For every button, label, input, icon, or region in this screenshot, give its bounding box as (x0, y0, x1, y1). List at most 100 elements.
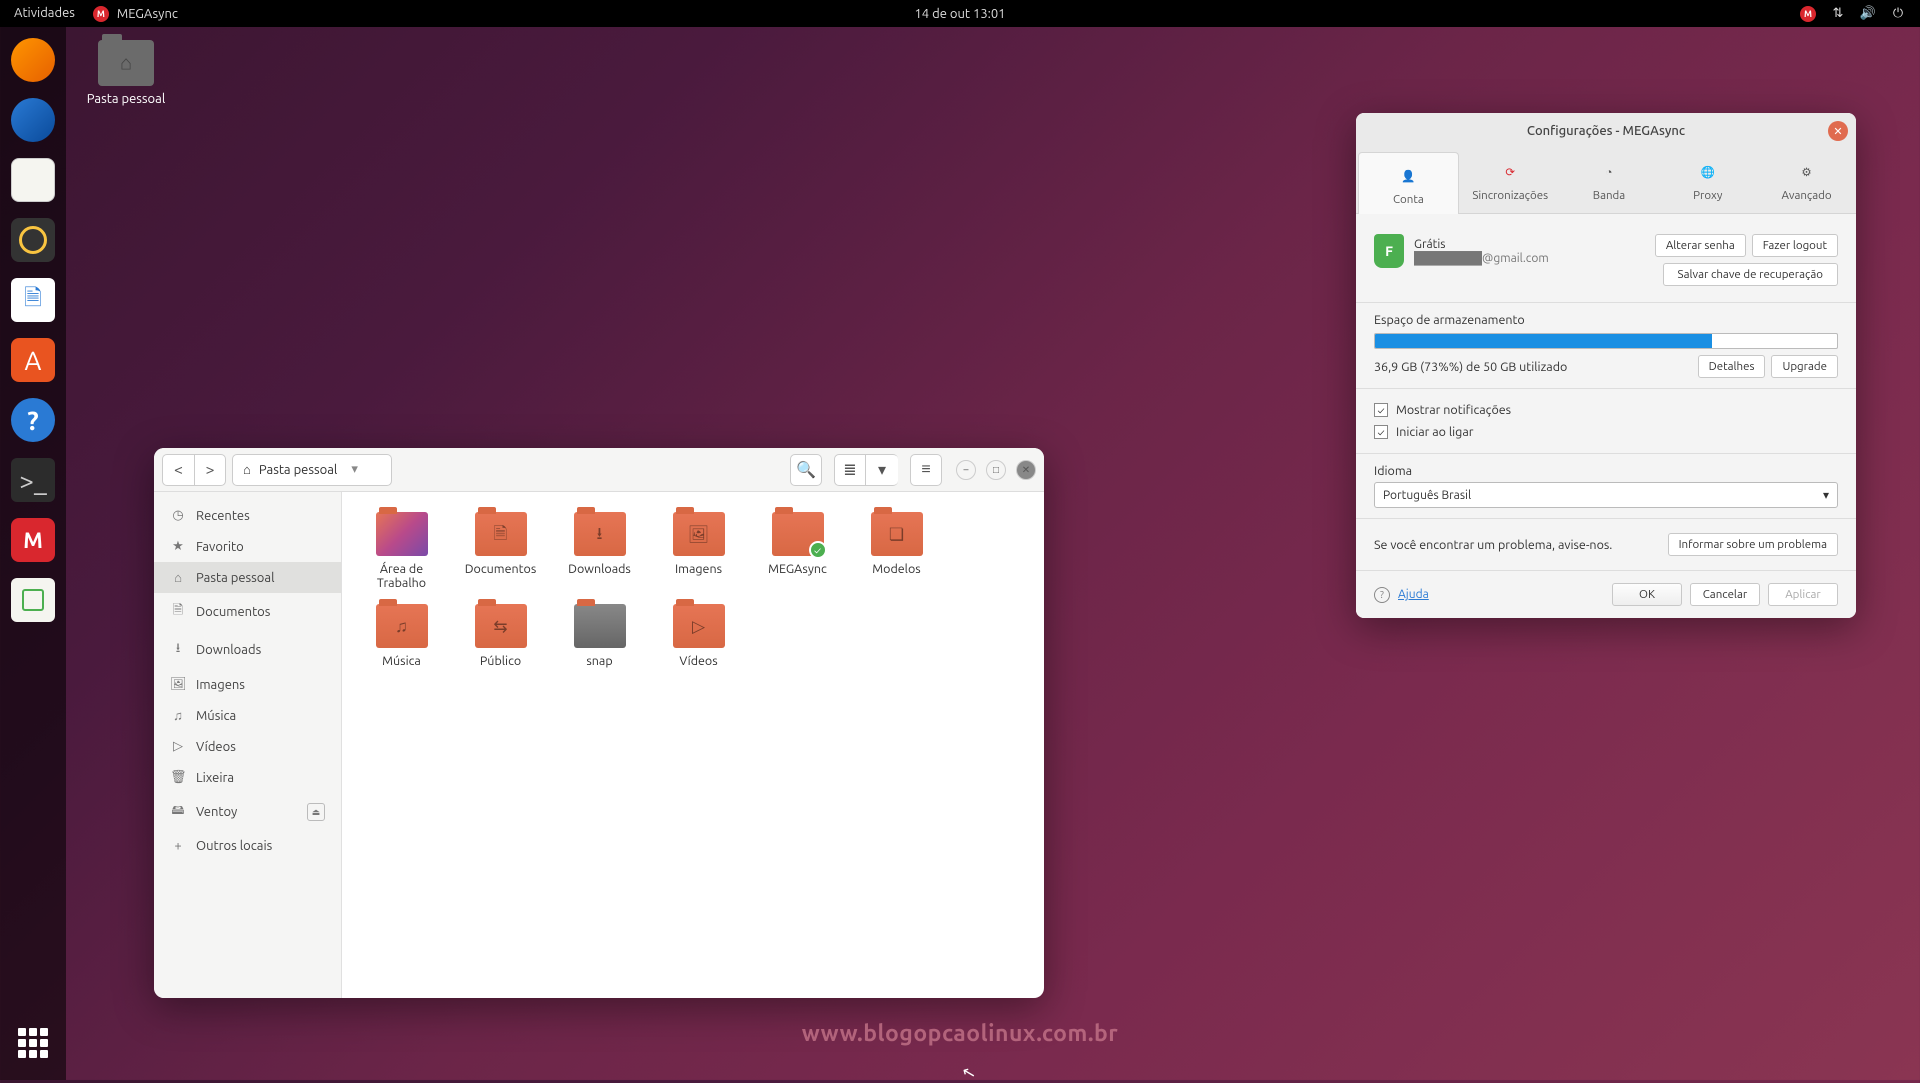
report-issue-button[interactable]: Informar sobre um problema (1668, 533, 1838, 556)
details-button[interactable]: Detalhes (1698, 355, 1766, 378)
dock-megasync[interactable]: M (6, 513, 60, 567)
apply-button[interactable]: Aplicar (1768, 583, 1838, 606)
tab-avancado[interactable]: ⚙Avançado (1757, 149, 1856, 213)
file-item-downloads[interactable]: ⭳Downloads (550, 508, 649, 594)
sidebar-item-lixeira[interactable]: 🗑Lixeira (154, 762, 341, 793)
chevron-down-icon: ▾ (1823, 488, 1829, 502)
folder-icon: ✓ (772, 512, 824, 556)
file-item-público[interactable]: ⇆ Público (451, 600, 550, 672)
sidebar-item-documentos[interactable]: 🗎Documentos (154, 593, 341, 631)
file-item-documentos[interactable]: 🗎Documentos (451, 508, 550, 594)
sidebar-item-favorito[interactable]: ★Favorito (154, 531, 341, 562)
start-on-boot-checkbox[interactable]: ✓ (1374, 425, 1388, 439)
dock-files[interactable] (6, 153, 60, 207)
window-maximize-button[interactable]: □ (986, 460, 1006, 480)
volume-icon[interactable]: 🔊 (1860, 6, 1876, 22)
nautilus-headerbar: < > ⌂ Pasta pessoal ▾ 🔍 ≣ ▾ ≡ – □ ✕ (154, 448, 1044, 492)
power-icon[interactable]: ⏻ (1890, 6, 1906, 22)
sidebar-icon: ♫ (170, 708, 186, 723)
sidebar-icon: ⌂ (170, 570, 186, 585)
folder-icon: ⇆ (475, 604, 527, 648)
sidebar-item-downloads[interactable]: ⭳Downloads (154, 631, 341, 669)
sidebar-label: Música (196, 709, 236, 723)
file-label: Vídeos (651, 654, 746, 668)
sidebar-item-imagens[interactable]: 🖼Imagens (154, 669, 341, 700)
file-item-música[interactable]: ♫Música (352, 600, 451, 672)
cancel-button[interactable]: Cancelar (1690, 583, 1760, 606)
nav-back-button[interactable]: < (162, 454, 194, 486)
proxy-icon: 🌐 (1695, 159, 1721, 185)
dock-show-apps[interactable] (6, 1016, 60, 1070)
start-on-boot-label: Iniciar ao ligar (1396, 425, 1474, 439)
dock-rhythmbox[interactable] (6, 213, 60, 267)
network-icon[interactable]: ⇅ (1830, 6, 1846, 22)
sidebar-label: Outros locais (196, 839, 272, 853)
help-link[interactable]: Ajuda (1398, 588, 1429, 601)
dock-help[interactable]: ? (6, 393, 60, 447)
tab-proxy[interactable]: 🌐Proxy (1658, 149, 1757, 213)
file-item-vídeos[interactable]: ▷Vídeos (649, 600, 748, 672)
sidebar-item-ventoy[interactable]: 🖴Ventoy⏏ (154, 793, 341, 831)
desktop-home-folder[interactable]: Pasta pessoal (86, 40, 166, 106)
sidebar-icon: 🗎 (170, 601, 186, 623)
sidebar-label: Recentes (196, 509, 250, 523)
tab-banda[interactable]: ◔Banda (1560, 149, 1659, 213)
file-item-área-de-trabalho[interactable]: Área de Trabalho (352, 508, 451, 594)
dock-terminal[interactable]: >_ (6, 453, 60, 507)
app-menu-label: MEGAsync (117, 7, 178, 21)
sidebar-item-pasta-pessoal[interactable]: ⌂Pasta pessoal (154, 562, 341, 593)
chevron-down-icon: ▾ (351, 462, 358, 477)
mega-close-button[interactable]: ✕ (1828, 121, 1848, 141)
mega-tabs: 👤Conta ⟳Sincronizações ◔Banda 🌐Proxy ⚙Av… (1356, 149, 1856, 214)
help-icon: ? (1374, 587, 1390, 603)
top-bar: Atividades M MEGAsync 14 de out 13:01 M … (0, 0, 1920, 27)
file-label: Área de Trabalho (354, 562, 449, 590)
app-menu[interactable]: M MEGAsync (93, 6, 178, 22)
nav-forward-button[interactable]: > (194, 454, 226, 486)
sidebar-icon: ⭳ (170, 639, 186, 661)
view-options-button[interactable]: ▾ (866, 454, 898, 486)
sidebar-item-música[interactable]: ♫ Música (154, 700, 341, 731)
logout-button[interactable]: Fazer logout (1752, 234, 1838, 257)
sidebar-item-recentes[interactable]: ◷Recentes (154, 500, 341, 531)
dock-software[interactable]: A (6, 333, 60, 387)
activities-button[interactable]: Atividades (14, 6, 75, 22)
mega-tray-icon[interactable]: M (1800, 6, 1816, 22)
sidebar-label: Ventoy (196, 805, 237, 819)
desktop-home-label: Pasta pessoal (86, 92, 166, 106)
file-item-modelos[interactable]: ❏Modelos (847, 508, 946, 594)
sidebar-label: Imagens (196, 678, 245, 692)
tab-sincronizacoes[interactable]: ⟳Sincronizações (1461, 149, 1560, 213)
save-recovery-key-button[interactable]: Salvar chave de recuperação (1663, 263, 1838, 286)
window-close-button[interactable]: ✕ (1016, 460, 1036, 480)
eject-button[interactable]: ⏏ (307, 803, 325, 821)
clock[interactable]: 14 de out 13:01 (914, 7, 1005, 21)
nautilus-window: < > ⌂ Pasta pessoal ▾ 🔍 ≣ ▾ ≡ – □ ✕ ◷Rec… (154, 448, 1044, 998)
path-bar[interactable]: ⌂ Pasta pessoal ▾ (232, 454, 392, 486)
show-notifications-checkbox[interactable]: ✓ (1374, 403, 1388, 417)
search-button[interactable]: 🔍 (790, 454, 822, 486)
sidebar-item-vídeos[interactable]: ▷Vídeos (154, 731, 341, 762)
ok-button[interactable]: OK (1612, 583, 1682, 606)
dock-firefox[interactable] (6, 33, 60, 87)
folder-icon: ⭳ (574, 512, 626, 556)
file-label: Público (453, 654, 548, 668)
sidebar-label: Vídeos (196, 740, 236, 754)
file-item-megasync[interactable]: ✓MEGAsync (748, 508, 847, 594)
dock-thunderbird[interactable] (6, 93, 60, 147)
dock-trash[interactable] (6, 573, 60, 627)
file-item-imagens[interactable]: 🖼Imagens (649, 508, 748, 594)
language-select[interactable]: Português Brasil ▾ (1374, 482, 1838, 508)
change-password-button[interactable]: Alterar senha (1655, 234, 1746, 257)
window-minimize-button[interactable]: – (956, 460, 976, 480)
dock-writer[interactable]: 🗎 (6, 273, 60, 327)
folder-icon: 🗎 (475, 512, 527, 556)
plan-label: Grátis (1414, 238, 1645, 251)
hamburger-menu-button[interactable]: ≡ (910, 454, 942, 486)
upgrade-button[interactable]: Upgrade (1771, 355, 1838, 378)
view-list-button[interactable]: ≣ (834, 454, 866, 486)
sidebar-label: Lixeira (196, 771, 234, 785)
file-item-snap[interactable]: snap (550, 600, 649, 672)
tab-conta[interactable]: 👤Conta (1358, 152, 1459, 214)
sidebar-item-outros-locais[interactable]: +Outros locais (154, 831, 341, 861)
